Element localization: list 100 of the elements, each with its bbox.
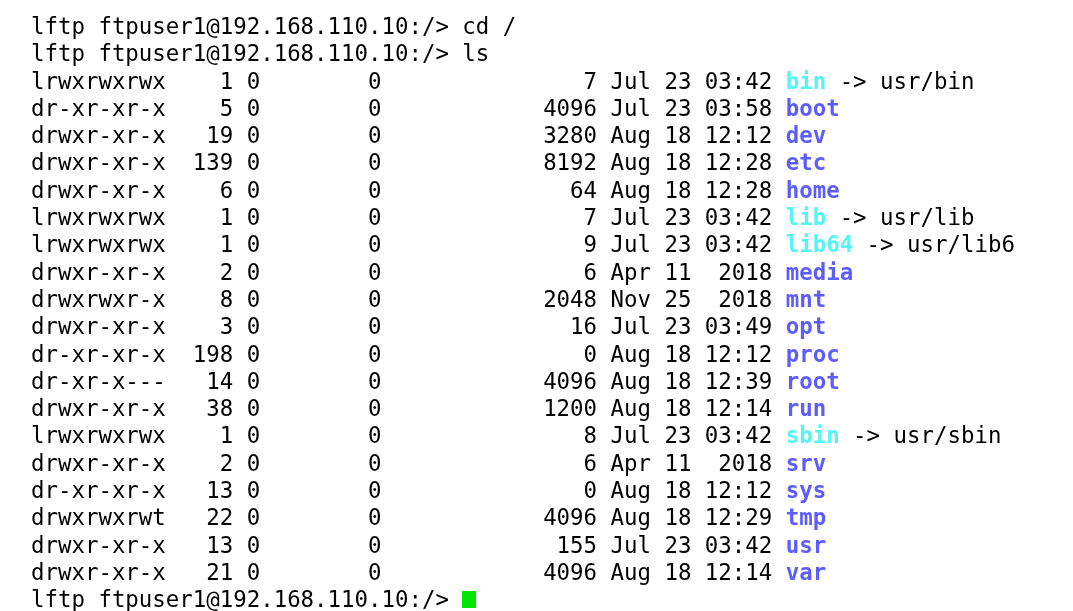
permissions: lrwxrwxrwx <box>31 422 166 450</box>
link-target: usr/sbin <box>893 422 1002 450</box>
time: 12:28 <box>704 149 773 177</box>
month: Jul <box>610 67 651 95</box>
file-name: sys <box>785 477 827 505</box>
owner: 0 <box>246 258 262 286</box>
link-target: usr/lib6 <box>907 231 1015 259</box>
month: Apr <box>610 258 651 286</box>
time: 2018 <box>717 449 773 478</box>
link-count: 1 <box>218 231 234 259</box>
owner: 0 <box>246 313 262 341</box>
permissions: drwxr-xr-x <box>31 449 166 478</box>
group: 0 <box>367 313 476 341</box>
time: 12:14 <box>704 395 773 423</box>
file-size: 4096 <box>542 367 598 396</box>
group: 0 <box>367 258 476 286</box>
time: 2018 <box>717 258 773 286</box>
time: 03:49 <box>704 313 773 341</box>
group: 0 <box>367 149 476 177</box>
arrow: -> <box>853 422 881 450</box>
permissions: drwxr-xr-x <box>31 176 166 205</box>
link-count: 1 <box>218 204 234 232</box>
group: 0 <box>367 340 476 368</box>
owner: 0 <box>246 531 262 559</box>
day: 23 <box>664 231 692 259</box>
month: Jul <box>610 94 651 123</box>
month: Aug <box>610 477 651 505</box>
owner: 0 <box>246 204 262 232</box>
time: 03:58 <box>704 94 773 123</box>
file-name: boot <box>785 94 840 123</box>
link-count: 1 <box>218 67 234 95</box>
group: 0 <box>367 558 476 587</box>
link-count: 2 <box>218 258 234 286</box>
month: Aug <box>610 149 651 177</box>
file-name: lib <box>785 204 827 232</box>
file-size: 64 <box>569 176 598 205</box>
day: 18 <box>664 395 692 423</box>
day: 23 <box>664 313 692 341</box>
owner: 0 <box>246 149 262 177</box>
owner: 0 <box>246 122 262 150</box>
link-count: 21 <box>205 558 234 587</box>
owner: 0 <box>246 504 262 532</box>
file-name: root <box>785 367 840 396</box>
permissions: drwxr-xr-x <box>31 149 166 177</box>
file-size: 4096 <box>542 558 598 587</box>
permissions: drwxr-xr-x <box>31 395 166 423</box>
month: Jul <box>610 422 651 450</box>
group: 0 <box>367 285 476 314</box>
group: 0 <box>367 531 476 559</box>
link-count: 22 <box>205 504 234 532</box>
owner: 0 <box>246 231 262 259</box>
link-count: 8 <box>218 285 234 314</box>
file-name: usr <box>785 531 827 559</box>
group: 0 <box>367 204 476 232</box>
link-count: 5 <box>218 94 234 123</box>
month: Aug <box>610 122 651 150</box>
permissions: drwxrwxr-x <box>31 285 166 314</box>
day: 18 <box>664 558 692 587</box>
permissions: drwxrwxrwt <box>31 504 166 532</box>
command-line: lftp ftpuser1@192.168.110.10:/> cd / <box>31 13 517 39</box>
month: Nov <box>610 285 651 314</box>
file-name: lib64 <box>785 231 854 259</box>
file-size: 16 <box>569 313 598 341</box>
permissions: dr-xr-xr-x <box>31 94 166 123</box>
time: 03:42 <box>704 231 773 259</box>
time: 2018 <box>717 285 773 314</box>
owner: 0 <box>246 367 262 396</box>
file-size: 7 <box>582 67 598 95</box>
link-count: 13 <box>205 531 234 559</box>
group: 0 <box>367 231 476 259</box>
group: 0 <box>367 449 476 478</box>
month: Apr <box>610 449 651 478</box>
permissions: drwxr-xr-x <box>31 558 166 587</box>
file-size: 9 <box>582 231 598 259</box>
file-name: opt <box>785 313 827 341</box>
time: 03:42 <box>704 422 773 450</box>
file-name: var <box>785 558 827 587</box>
month: Aug <box>610 504 651 532</box>
owner: 0 <box>246 477 262 505</box>
file-name: tmp <box>785 504 827 532</box>
link-count: 1 <box>218 422 234 450</box>
file-size: 8192 <box>542 149 598 177</box>
time: 12:28 <box>704 176 773 205</box>
day: 23 <box>664 67 692 95</box>
permissions: lrwxrwxrwx <box>31 231 166 259</box>
month: Aug <box>610 395 651 423</box>
file-name: sbin <box>785 422 840 450</box>
link-count: 2 <box>218 449 234 478</box>
file-name: media <box>785 258 854 286</box>
file-size: 8 <box>582 422 598 450</box>
owner: 0 <box>246 176 262 205</box>
month: Aug <box>610 558 651 587</box>
day: 23 <box>664 204 692 232</box>
time: 03:42 <box>704 67 773 95</box>
time: 12:12 <box>704 340 773 368</box>
file-size: 0 <box>582 340 598 368</box>
link-count: 14 <box>205 367 234 396</box>
link-count: 19 <box>205 122 234 150</box>
month: Jul <box>610 313 651 341</box>
day: 25 <box>664 285 692 314</box>
